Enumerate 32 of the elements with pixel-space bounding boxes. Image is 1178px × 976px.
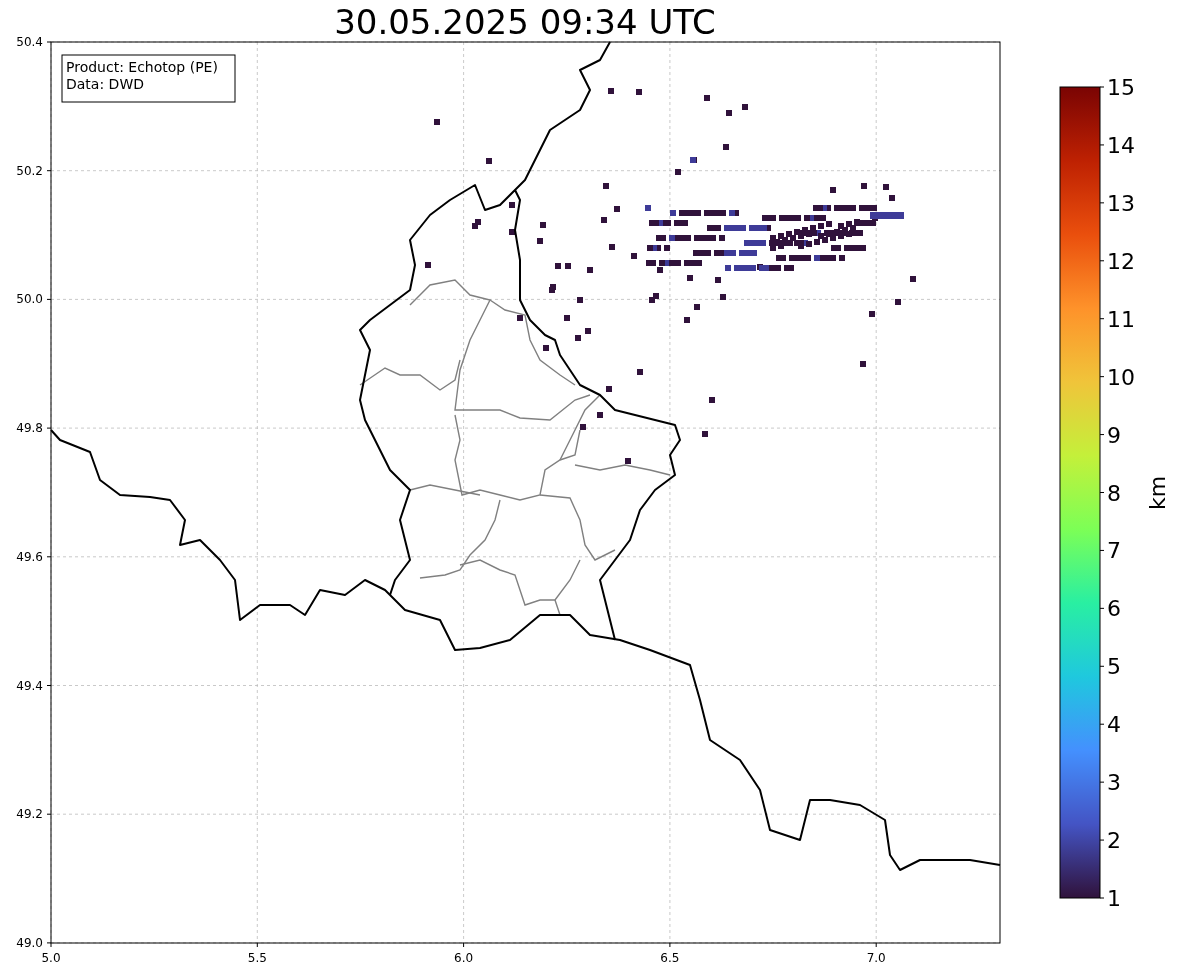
chart-title: 30.05.2025 09:34 UTC: [334, 2, 716, 42]
colorbar-tick-label: 5: [1107, 654, 1121, 680]
colorbar-tick-label: 8: [1107, 480, 1121, 506]
colorbar-tick-label: 1: [1107, 886, 1121, 911]
colorbar-tick-label: 12: [1107, 248, 1135, 274]
colorbar-tick-label: 10: [1107, 364, 1135, 390]
axis-tick-label: 5.0: [41, 951, 61, 965]
colorbar-tick-label: 9: [1107, 422, 1121, 448]
axis-tick-label: 6.0: [454, 951, 474, 965]
colorbar-tick-label: 15: [1107, 75, 1135, 100]
colorbar-tick-label: 13: [1107, 190, 1135, 216]
axis-tick-label: 49.2: [16, 807, 43, 822]
colorbar-tick-label: 7: [1107, 538, 1121, 564]
axis-tick-label: 5.5: [247, 951, 267, 965]
axis-tick-label: 49.4: [16, 678, 43, 693]
colorbar-tick-label: 14: [1107, 132, 1135, 158]
legend-text: Product: Echotop (PE): [66, 59, 218, 75]
axis-tick-label: 50.2: [16, 163, 43, 178]
axis-tick-label: 49.6: [16, 549, 43, 564]
axis-tick-label: 6.5: [660, 951, 680, 965]
colorbar-tick-label: 3: [1107, 770, 1121, 796]
colorbar-tick-label: 2: [1107, 828, 1121, 854]
colorbar-tick-label: 11: [1107, 306, 1135, 332]
colorbar-tick-label: 6: [1107, 596, 1121, 622]
axis-tick-label: 49.8: [16, 421, 43, 436]
legend-text: Data: DWD: [66, 76, 144, 92]
axis-tick-label: 50.0: [16, 292, 43, 307]
axis-tick-label: 49.0: [16, 935, 43, 950]
colorbar-label: km: [1145, 475, 1170, 511]
axis-tick-label: 7.0: [866, 951, 886, 965]
colorbar-tick-label: 4: [1107, 712, 1121, 738]
axis-tick-label: 50.4: [16, 35, 43, 49]
